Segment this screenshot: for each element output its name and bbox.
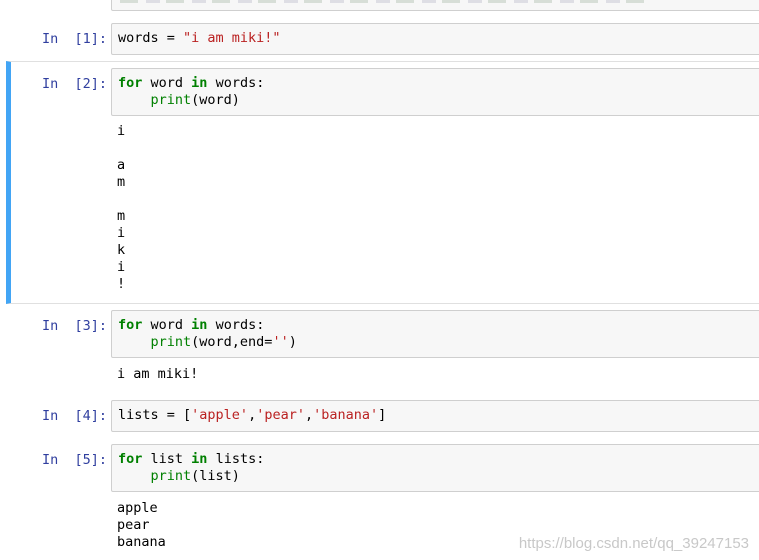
string-token: "i am miki!" xyxy=(183,30,281,46)
keyword-token: for xyxy=(118,451,143,467)
input-prompt: In [3]: xyxy=(42,318,108,334)
code-token: words = xyxy=(118,30,184,46)
code-token: ] xyxy=(378,407,387,423)
code-line: print(list) xyxy=(118,468,759,485)
keyword-token: for xyxy=(118,317,143,333)
code-input[interactable]: for word in words: print(word,end='') xyxy=(111,310,759,358)
code-token: (list) xyxy=(191,468,240,484)
builtin-token: print xyxy=(150,92,192,108)
code-token: word xyxy=(142,75,192,91)
input-prompt: In [5]: xyxy=(42,452,108,468)
code-line: for list in lists: xyxy=(118,451,759,468)
code-cell-2-selected[interactable]: In [2]: for word in words: print(word) i… xyxy=(6,61,759,304)
code-input[interactable]: for word in words: print(word) xyxy=(111,68,759,116)
keyword-token: for xyxy=(118,75,143,91)
code-token: words: xyxy=(207,317,265,333)
code-token: (word) xyxy=(191,92,240,108)
code-token: (word,end= xyxy=(191,334,273,350)
cell-output: i a m m i k i ! xyxy=(117,123,126,292)
code-token: , xyxy=(248,407,257,423)
code-line: for word in words: xyxy=(118,75,759,92)
code-line: print(word) xyxy=(118,92,759,109)
string-token: 'pear' xyxy=(256,407,305,423)
code-input[interactable]: words = "i am miki!" xyxy=(111,23,759,55)
blurred-text xyxy=(120,0,650,3)
keyword-token: in xyxy=(191,75,208,91)
keyword-token: in xyxy=(191,451,208,467)
code-input[interactable]: lists = ['apple','pear','banana'] xyxy=(111,400,759,432)
builtin-token: print xyxy=(150,334,192,350)
code-line: for word in words: xyxy=(118,317,759,334)
code-token: ) xyxy=(288,334,297,350)
code-cell-3[interactable]: In [3]: for word in words: print(word,en… xyxy=(8,310,759,390)
code-token: words: xyxy=(207,75,265,91)
code-line: lists = ['apple','pear','banana'] xyxy=(118,407,759,424)
cell-output: i am miki! xyxy=(117,366,199,382)
string-token: '' xyxy=(272,334,289,350)
code-token: word xyxy=(142,317,192,333)
code-token: list xyxy=(142,451,192,467)
string-token: 'banana' xyxy=(313,407,379,423)
keyword-token: in xyxy=(191,317,208,333)
code-token: lists: xyxy=(207,451,265,467)
watermark: https://blog.csdn.net/qq_39247153 xyxy=(518,535,749,552)
code-cell-4[interactable]: In [4]: lists = ['apple','pear','banana'… xyxy=(8,400,759,434)
input-prompt: In [1]: xyxy=(42,31,108,47)
code-token: , xyxy=(304,407,314,423)
input-prompt: In [2]: xyxy=(42,76,108,92)
code-input[interactable]: for list in lists: print(list) xyxy=(111,444,759,492)
builtin-token: print xyxy=(150,468,192,484)
cell-output: apple pear banana xyxy=(117,500,166,550)
string-token: 'apple' xyxy=(191,407,249,423)
code-cell-1[interactable]: In [1]: words = "i am miki!" xyxy=(8,23,759,57)
code-line: print(word,end='') xyxy=(118,334,759,351)
code-line: words = "i am miki!" xyxy=(118,30,759,47)
previous-cell-fragment xyxy=(111,0,759,11)
code-token: lists = [ xyxy=(118,407,192,423)
input-prompt: In [4]: xyxy=(42,408,108,424)
